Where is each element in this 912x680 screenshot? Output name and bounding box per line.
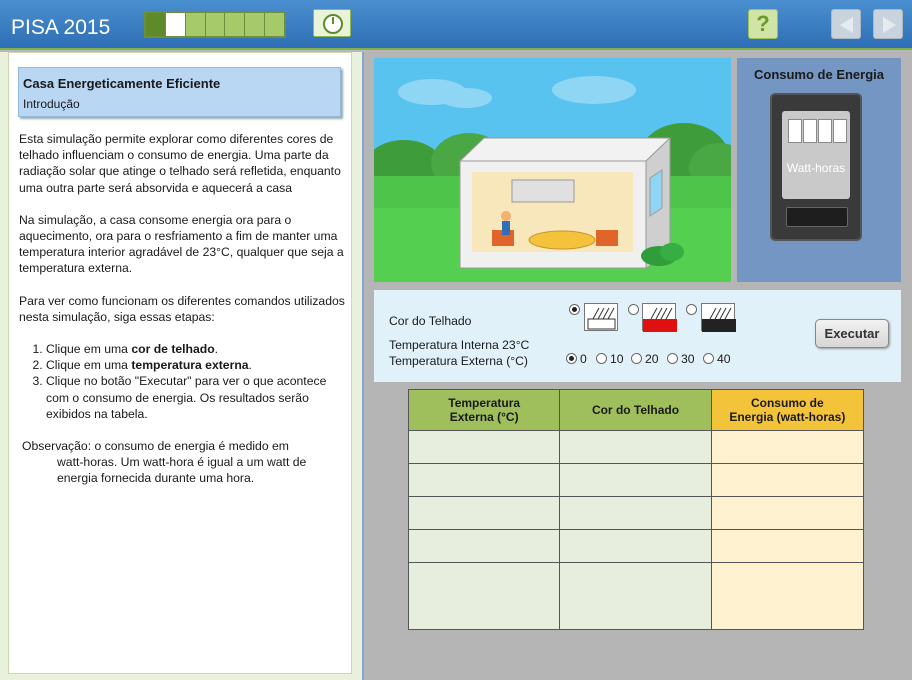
external-temp-label: Temperatura Externa (°C)	[389, 354, 528, 368]
meter-digit	[788, 119, 802, 143]
meter-digit	[803, 119, 817, 143]
instructions-text: Esta simulação permite explorar como dif…	[19, 131, 347, 487]
temp-40-label: 40	[717, 352, 731, 366]
observation-note: Observação: o consumo de energia é medid…	[22, 439, 307, 486]
paragraph-3: Para ver como funcionam os diferentes co…	[19, 293, 345, 324]
progress-segment	[265, 13, 285, 36]
table-row	[407, 562, 865, 630]
arrow-left-icon	[840, 17, 853, 33]
simulation-area: Consumo de Energia Watt-horas Cor do Tel…	[362, 52, 912, 680]
intro-subtitle: Introdução	[23, 97, 80, 111]
next-button[interactable]	[873, 9, 903, 39]
roof-white-radio[interactable]	[569, 304, 580, 315]
paragraph-2: Na simulação, a casa consome energia ora…	[19, 212, 344, 276]
app-title: PISA 2015	[11, 16, 111, 39]
roof-color-label: Cor do Telhado	[389, 314, 472, 328]
roof-black-radio[interactable]	[686, 304, 697, 315]
step-2: Clique em uma temperatura externa.	[46, 357, 347, 373]
temp-30-label: 30	[681, 352, 695, 366]
temp-40-radio[interactable]	[703, 353, 714, 364]
steps-list: Clique em uma cor de telhado. Clique em …	[46, 341, 347, 422]
roof-red-icon[interactable]	[642, 303, 677, 332]
progress-segment	[245, 13, 266, 36]
left-frame: Casa Energeticamente Eficiente Introduçã…	[0, 52, 362, 680]
house-illustration	[374, 58, 731, 282]
col-external-temp: Temperatura Externa (°C)	[407, 389, 561, 431]
table-row	[407, 430, 865, 464]
progress-segment	[185, 13, 206, 36]
arrow-right-icon	[883, 17, 896, 33]
temp-20-label: 20	[645, 352, 659, 366]
progress-segment	[225, 13, 246, 36]
meter-digit	[833, 119, 847, 143]
meter-unit-label: Watt-horas	[786, 161, 846, 175]
meter-display: Watt-horas	[782, 111, 850, 199]
run-button[interactable]: Executar	[815, 319, 889, 348]
progress-segment-current	[165, 13, 186, 36]
controls-panel: Cor do Telhado Temperatura Interna 23°C …	[374, 290, 901, 382]
energy-meter: Watt-horas	[770, 93, 862, 241]
intro-header: Casa Energeticamente Eficiente Introduçã…	[18, 67, 341, 117]
energy-meter-panel: Consumo de Energia Watt-horas	[737, 58, 901, 282]
timer-button[interactable]	[313, 9, 351, 37]
meter-slot	[786, 207, 848, 227]
progress-bar	[144, 11, 286, 38]
temp-10-label: 10	[610, 352, 624, 366]
instructions-panel: Casa Energeticamente Eficiente Introduçã…	[8, 52, 352, 674]
top-bar: PISA 2015 ?	[0, 0, 912, 50]
roof-red-radio[interactable]	[628, 304, 639, 315]
roof-white-icon[interactable]	[584, 303, 618, 331]
step-1: Clique em uma cor de telhado.	[46, 341, 347, 357]
help-button[interactable]: ?	[748, 9, 778, 39]
temp-30-radio[interactable]	[667, 353, 678, 364]
intro-title: Casa Energeticamente Eficiente	[23, 76, 221, 91]
table-row	[407, 463, 865, 497]
col-roof-color: Cor do Telhado	[559, 389, 712, 431]
table-row	[407, 496, 865, 530]
roof-black-graphic	[702, 307, 736, 332]
roof-white-graphic	[587, 307, 616, 330]
roof-black-icon[interactable]	[701, 303, 736, 332]
table-header-row: Temperatura Externa (°C) Cor do Telhado C…	[407, 389, 865, 431]
temp-0-label: 0	[580, 352, 587, 366]
internal-temp-label: Temperatura Interna 23°C	[389, 338, 530, 352]
col-energy-consumption: Consumo de Energia (watt-horas)	[710, 389, 865, 431]
results-table: Temperatura Externa (°C) Cor do Telhado C…	[407, 389, 865, 630]
house-scene	[374, 58, 731, 282]
clock-icon	[323, 14, 343, 34]
progress-segment	[205, 13, 226, 36]
step-3: Clique no botão "Executar" para ver o qu…	[46, 373, 347, 422]
temp-10-radio[interactable]	[596, 353, 607, 364]
meter-title: Consumo de Energia	[753, 67, 885, 82]
table-row	[407, 529, 865, 563]
temp-0-radio[interactable]	[566, 353, 577, 364]
roof-red-graphic	[643, 307, 677, 332]
progress-segment	[146, 13, 166, 36]
paragraph-1: Esta simulação permite explorar como dif…	[19, 132, 341, 195]
meter-digit	[818, 119, 832, 143]
temp-20-radio[interactable]	[631, 353, 642, 364]
back-button[interactable]	[831, 9, 861, 39]
